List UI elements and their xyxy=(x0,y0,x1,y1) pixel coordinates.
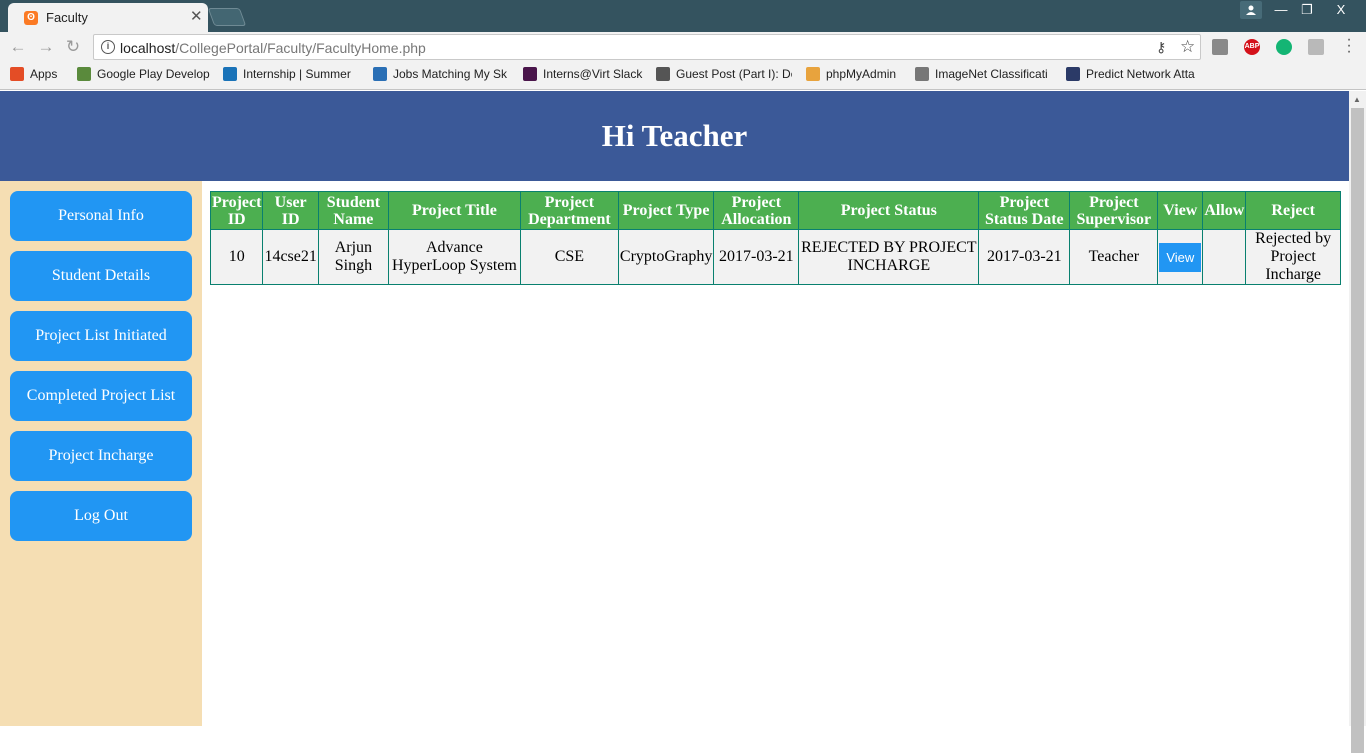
bookmark-label: Internship | Summer xyxy=(243,67,351,81)
header-project-type: Project Type xyxy=(617,191,715,230)
bookmark-star-icon[interactable]: ☆ xyxy=(1180,37,1195,57)
bookmark-item[interactable]: Google Play Develop xyxy=(77,67,213,85)
header-allow: Allow xyxy=(1202,191,1247,230)
completed-project-list-button[interactable]: Completed Project List xyxy=(10,371,192,421)
bookmark-label: Google Play Develop xyxy=(97,67,210,81)
adblock-plus-extension-icon[interactable]: ABP xyxy=(1244,39,1260,55)
bookmark-label: Interns@Virt Slack xyxy=(543,67,643,81)
bookmarks-bar: Apps Google Play Develop Internship | Summ… xyxy=(0,62,1366,90)
project-incharge-button[interactable]: Project Incharge xyxy=(10,431,192,481)
table-header-row: Project ID User ID Student Name Project … xyxy=(209,191,1341,230)
bookmark-label: Jobs Matching My Sk xyxy=(393,67,508,81)
minimize-button[interactable]: — xyxy=(1268,0,1294,20)
cell-project-status: REJECTED BY PROJECT INCHARGE xyxy=(798,229,980,285)
extension-icon[interactable] xyxy=(1308,39,1324,55)
url-text[interactable]: localhost/CollegePortal/Faculty/FacultyH… xyxy=(120,40,426,56)
cell-project-id: 10 xyxy=(209,229,264,285)
header-user-id: User ID xyxy=(262,191,319,230)
browser-tab[interactable]: ʘ Faculty ✕ xyxy=(8,3,208,32)
new-tab-button[interactable] xyxy=(207,8,247,26)
bookmark-item[interactable]: Interns@Virt Slack xyxy=(523,67,643,85)
page-header: Hi Teacher xyxy=(0,91,1349,181)
project-list-initiated-button[interactable]: Project List Initiated xyxy=(10,311,192,361)
personal-info-button[interactable]: Personal Info xyxy=(10,191,192,241)
cell-project-type: CryptoGraphy xyxy=(617,229,715,285)
cell-allow xyxy=(1202,229,1247,285)
bookmark-item[interactable]: phpMyAdmin xyxy=(806,67,906,85)
scrollbar-thumb[interactable] xyxy=(1351,108,1364,753)
hackerearth-icon xyxy=(1066,67,1080,81)
header-project-title: Project Title xyxy=(387,191,521,230)
forward-arrow-icon[interactable]: → xyxy=(36,37,56,57)
bookmark-item[interactable]: Internship | Summer xyxy=(223,67,359,85)
imagenet-icon xyxy=(915,67,929,81)
projects-table: Project ID User ID Student Name Project … xyxy=(209,191,1341,285)
grammarly-extension-icon[interactable] xyxy=(1276,39,1292,55)
header-project-status: Project Status xyxy=(798,191,980,230)
page-viewport: Hi Teacher Personal Info Student Details… xyxy=(0,91,1349,726)
browser-titlebar: ʘ Faculty ✕ — ❐ X xyxy=(0,0,1366,32)
bookmark-label: Apps xyxy=(30,67,58,81)
header-reject: Reject xyxy=(1245,191,1341,230)
page-title: Hi Teacher xyxy=(601,118,748,153)
reload-icon[interactable]: ↻ xyxy=(63,37,83,57)
header-student-name: Student Name xyxy=(317,191,389,230)
google-play-icon xyxy=(77,67,91,81)
angellist-icon xyxy=(373,67,387,81)
cell-student-name: Arjun Singh xyxy=(317,229,389,285)
apps-grid-icon xyxy=(10,67,24,81)
bookmark-item[interactable]: Jobs Matching My Sk xyxy=(373,67,509,85)
google-drive-extension-icon[interactable] xyxy=(1212,39,1228,55)
cell-user-id: 14cse21 xyxy=(262,229,319,285)
cell-reject: Rejected by Project Incharge xyxy=(1245,229,1341,285)
cell-project-department: CSE xyxy=(519,229,619,285)
cell-project-title: Advance HyperLoop System xyxy=(387,229,521,285)
bookmark-item[interactable]: ImageNet Classificati xyxy=(915,67,1055,85)
password-key-icon[interactable]: ⚷ xyxy=(1156,39,1166,56)
main-content: Project ID User ID Student Name Project … xyxy=(202,181,1349,726)
back-arrow-icon[interactable]: ← xyxy=(8,37,28,57)
chrome-menu-icon[interactable]: · · · xyxy=(1344,32,1354,60)
info-icon[interactable]: i xyxy=(101,40,115,54)
log-out-button[interactable]: Log Out xyxy=(10,491,192,541)
table-row: 10 14cse21 Arjun Singh Advance HyperLoop… xyxy=(209,229,1341,285)
browser-toolbar: ← → ↻ i localhost/CollegePortal/Faculty/… xyxy=(0,32,1366,62)
internshala-icon xyxy=(223,67,237,81)
bookmark-item[interactable]: Apps xyxy=(10,67,70,85)
sidebar: Personal Info Student Details Project Li… xyxy=(0,181,202,726)
tab-title: Faculty xyxy=(46,10,88,25)
cell-project-supervisor: Teacher xyxy=(1069,229,1159,285)
header-project-department: Project Department xyxy=(519,191,619,230)
view-button[interactable]: View xyxy=(1159,242,1202,272)
student-details-button[interactable]: Student Details xyxy=(10,251,192,301)
bookmark-item[interactable]: Guest Post (Part I): De xyxy=(656,67,792,85)
bookmark-label: phpMyAdmin xyxy=(826,67,897,81)
header-project-id: Project ID xyxy=(209,191,264,230)
maximize-button[interactable]: ❐ xyxy=(1294,0,1320,20)
tab-close-icon[interactable]: ✕ xyxy=(190,9,203,25)
profile-icon[interactable] xyxy=(1240,1,1262,19)
slack-icon xyxy=(523,67,537,81)
bookmark-label: Guest Post (Part I): De xyxy=(676,67,792,81)
bookmark-label: Predict Network Atta xyxy=(1086,67,1195,81)
header-project-status-date: Project Status Date xyxy=(978,191,1071,230)
cell-project-allocation: 2017-03-21 xyxy=(713,229,800,285)
url-path: /CollegePortal/Faculty/FacultyHome.php xyxy=(175,40,426,56)
bookmark-item[interactable]: Predict Network Atta xyxy=(1066,67,1202,85)
close-window-button[interactable]: X xyxy=(1320,0,1362,20)
header-project-supervisor: Project Supervisor xyxy=(1069,191,1159,230)
scroll-up-arrow-icon[interactable]: ▲ xyxy=(1353,95,1361,104)
vertical-scrollbar[interactable]: ▲ xyxy=(1349,91,1366,753)
bookmark-label: ImageNet Classificati xyxy=(935,67,1048,81)
header-project-allocation: Project Allocation xyxy=(713,191,800,230)
header-view: View xyxy=(1157,191,1204,230)
medium-icon xyxy=(656,67,670,81)
xampp-favicon-icon: ʘ xyxy=(24,11,38,25)
cell-project-status-date: 2017-03-21 xyxy=(978,229,1071,285)
cell-view: View xyxy=(1157,229,1204,285)
phpmyadmin-icon xyxy=(806,67,820,81)
url-host: localhost xyxy=(120,40,176,56)
address-bar[interactable]: i localhost/CollegePortal/Faculty/Facult… xyxy=(93,34,1201,60)
